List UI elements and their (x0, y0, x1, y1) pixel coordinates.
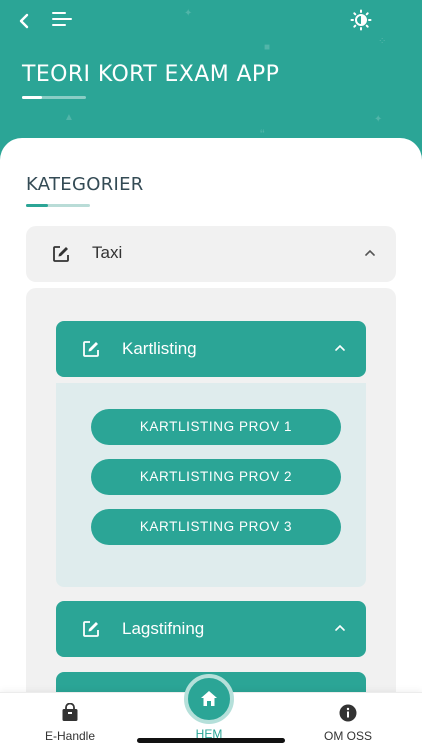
menu-icon (52, 12, 66, 15)
chevron-up-icon (335, 344, 345, 351)
menu-button[interactable] (52, 12, 74, 30)
theme-toggle-button[interactable] (350, 9, 372, 31)
test-button-2[interactable]: KARTLISTING PROV 2 (91, 459, 341, 495)
edit-icon (53, 246, 69, 262)
shopping-bag-icon (62, 703, 78, 721)
home-button[interactable] (184, 674, 234, 724)
content-card: KATEGORIER Taxi Kartlisting KARTLISTING … (0, 138, 422, 750)
decor-dots: ⁘ (378, 36, 387, 47)
nav-about-label: OM OSS (323, 729, 372, 743)
decor-spark: ✦ (374, 114, 383, 125)
category-label: Taxi (92, 243, 123, 262)
back-chevron-icon (19, 13, 29, 29)
decor-square: ■ (264, 42, 271, 53)
chevron-up-icon (335, 624, 345, 631)
nav-about[interactable]: OM OSS (288, 693, 408, 743)
menu-icon-line (52, 24, 66, 27)
back-button[interactable] (14, 10, 36, 32)
subcategory-body: KARTLISTING PROV 1 KARTLISTING PROV 2 KA… (56, 383, 366, 587)
decor-triangle: ▲ (64, 112, 74, 123)
test-button-3[interactable]: KARTLISTING PROV 3 (91, 509, 341, 545)
edit-icon (83, 341, 99, 357)
subcategory-label: Lagstifning (122, 619, 205, 638)
app-title: TEORI KORT EXAM APP (22, 62, 280, 87)
section-title: KATEGORIER (26, 174, 144, 195)
nav-shop-label: E-Handle (44, 729, 96, 743)
home-icon (201, 691, 217, 706)
nav-shop[interactable]: E-Handle (10, 693, 130, 743)
brightness-icon (350, 9, 372, 31)
test-button-1[interactable]: KARTLISTING PROV 1 (91, 409, 341, 445)
menu-icon-line (52, 18, 72, 21)
subcategory-row-lagstifning[interactable]: Lagstifning (56, 601, 366, 657)
decor-spark: ✦ (184, 8, 193, 19)
home-indicator (137, 738, 285, 743)
category-row-taxi[interactable]: Taxi (26, 226, 396, 282)
chevron-up-icon (365, 249, 375, 256)
title-underline (22, 96, 86, 99)
subcategory-row-kartlisting[interactable]: Kartlisting (56, 321, 366, 377)
info-icon (339, 704, 357, 722)
section-underline (26, 204, 90, 207)
subcategory-label: Kartlisting (122, 339, 197, 358)
header: ✦ ■ ⁘ ▲ ✦ “ TEORI KORT EXAM APP (0, 0, 422, 160)
edit-icon (83, 621, 99, 637)
